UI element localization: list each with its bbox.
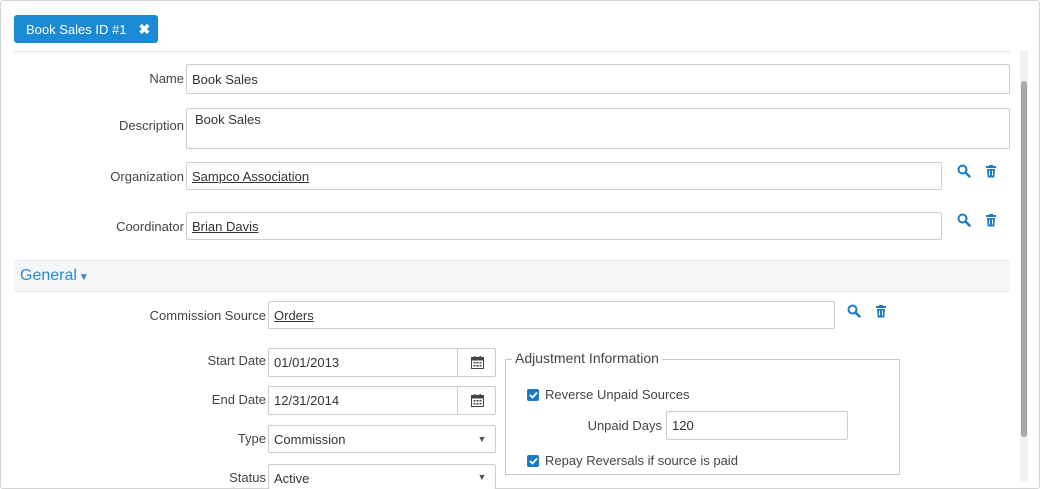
end-date-input[interactable]: 12/31/2014 [268,386,496,415]
coordinator-label: Coordinator [116,219,184,234]
vertical-scrollbar[interactable] [1020,51,1028,481]
section-title-text: General [20,267,77,284]
adjustment-legend: Adjustment Information [512,350,662,366]
unpaid-days-label: Unpaid Days [587,418,662,433]
calendar-icon[interactable] [457,386,496,415]
type-select[interactable]: Commission ▼ [268,425,496,453]
record-tab[interactable]: Book Sales ID #1 ✖ [14,15,158,43]
commission-source-lookup[interactable]: Orders [268,301,835,329]
unpaid-days-value: 120 [672,418,694,433]
status-value: Active [274,470,310,486]
search-icon[interactable] [956,212,972,228]
name-input[interactable]: Book Sales [186,64,1010,94]
trash-icon[interactable] [983,163,999,179]
status-select[interactable]: Active ▼ [268,464,496,489]
section-title[interactable]: General ▼ [20,267,89,285]
end-date-value: 12/31/2014 [274,393,340,408]
coordinator-link[interactable]: Brian Davis [192,219,258,234]
commission-source-label: Commission Source [149,308,266,323]
calendar-icon[interactable] [457,348,496,377]
caret-down-icon: ▼ [477,472,487,482]
reverse-unpaid-label: Reverse Unpaid Sources [545,387,690,402]
detail-panel: Book Sales ID #1 ✖ Name Book Sales Descr… [0,0,1040,489]
repay-reversals-checkbox-row[interactable]: Repay Reversals if source is paid [527,453,738,468]
search-icon[interactable] [846,303,862,319]
section-header-general[interactable]: General ▼ [14,260,1010,292]
start-date-value: 01/01/2013 [274,355,340,370]
adjustment-fieldset: Adjustment Information Reverse Unpaid So… [505,350,900,475]
record-tab-label: Book Sales ID #1 [26,21,127,37]
caret-down-icon: ▼ [78,272,89,283]
description-textarea[interactable]: Book Sales [186,108,1010,149]
trash-icon[interactable] [873,303,889,319]
organization-label: Organization [110,169,184,184]
reverse-unpaid-checkbox-row[interactable]: Reverse Unpaid Sources [527,387,690,402]
search-icon[interactable] [956,163,972,179]
checkmark-icon[interactable] [527,454,539,467]
name-label: Name [149,71,184,86]
trash-icon[interactable] [983,212,999,228]
start-date-input[interactable]: 01/01/2013 [268,348,496,377]
description-value: Book Sales [195,112,261,127]
type-value: Commission [274,431,346,447]
name-value: Book Sales [192,71,258,87]
organization-lookup[interactable]: Sampco Association [186,162,942,190]
organization-link[interactable]: Sampco Association [192,169,309,184]
divider [14,51,1010,52]
type-label: Type [237,431,266,446]
commission-source-link[interactable]: Orders [274,308,314,323]
unpaid-days-input[interactable]: 120 [666,411,848,440]
description-label: Description [118,118,184,133]
close-icon[interactable]: ✖ [138,21,150,38]
caret-down-icon: ▼ [477,434,487,444]
coordinator-lookup[interactable]: Brian Davis [186,212,942,240]
scrollbar-thumb[interactable] [1021,81,1027,437]
start-date-label: Start Date [207,353,266,368]
end-date-label: End Date [211,392,266,407]
status-label: Status [229,470,266,485]
repay-reversals-label: Repay Reversals if source is paid [545,453,738,468]
checkmark-icon[interactable] [527,388,539,401]
